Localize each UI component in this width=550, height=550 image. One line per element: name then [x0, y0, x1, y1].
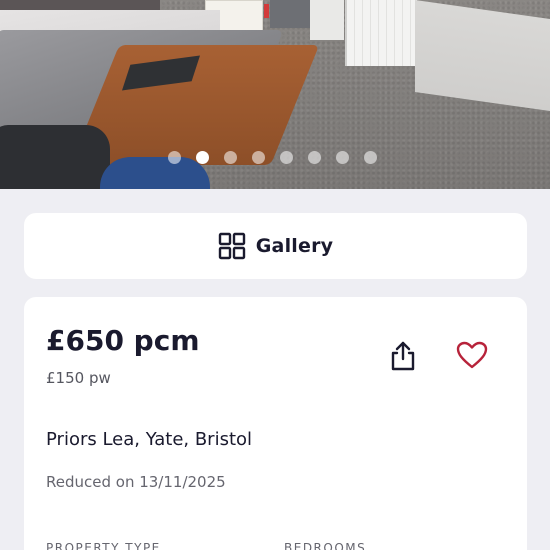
photo-red-object [264, 4, 269, 18]
grid-icon [218, 232, 245, 260]
carousel-dot[interactable] [280, 151, 293, 164]
carousel-dot[interactable] [364, 151, 377, 164]
share-icon [391, 341, 415, 371]
carousel-dot[interactable] [336, 151, 349, 164]
carousel-dot[interactable] [196, 151, 209, 164]
photo-wall [415, 0, 550, 111]
reduced-date: Reduced on 13/11/2025 [46, 473, 226, 491]
property-photo-carousel[interactable] [0, 0, 550, 189]
gallery-label: Gallery [255, 235, 334, 257]
carousel-dot[interactable] [224, 151, 237, 164]
property-summary-card: £650 pcm £150 pw Priors Lea, Yate, Brist… [24, 297, 527, 550]
photo-door-frame [310, 0, 344, 40]
photo-dark-doorway [270, 0, 310, 28]
photo-bag [0, 125, 110, 189]
carousel-dot[interactable] [308, 151, 321, 164]
gallery-button[interactable]: Gallery [24, 213, 527, 279]
carousel-pagination [168, 151, 377, 164]
price-weekly: £150 pw [46, 369, 111, 387]
heart-icon [456, 341, 488, 369]
carousel-dot[interactable] [252, 151, 265, 164]
spec-label-property-type: PROPERTY TYPE [46, 541, 161, 550]
price-monthly: £650 pcm [46, 324, 200, 357]
spec-label-bedrooms: BEDROOMS [284, 541, 367, 550]
share-button[interactable] [387, 339, 419, 373]
photo-door [345, 0, 417, 66]
property-address: Priors Lea, Yate, Bristol [46, 429, 253, 450]
carousel-dot[interactable] [168, 151, 181, 164]
favorite-button[interactable] [454, 339, 490, 371]
